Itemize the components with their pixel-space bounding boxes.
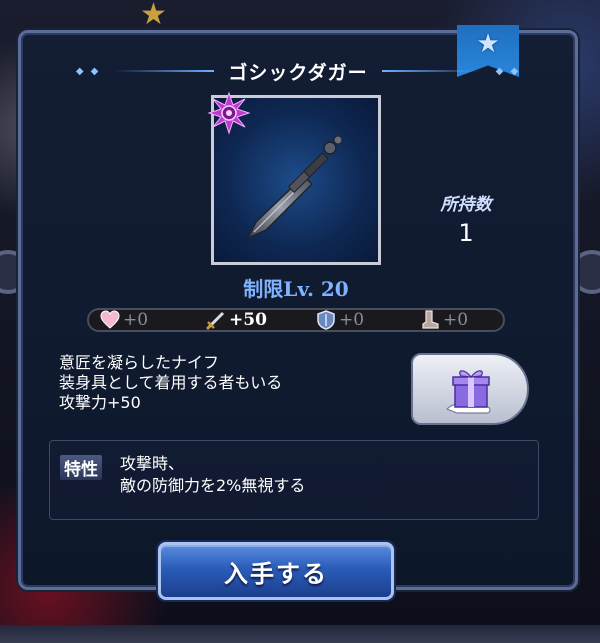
level-limit: 制限Lv. 20 bbox=[243, 277, 349, 301]
item-detail-panel: ★ ◆ ◆ ゴシックダガー ◆ ◆ 所持数 1 制限Lv. 20 +0 +50 … bbox=[18, 25, 578, 590]
dagger-icon bbox=[246, 135, 343, 240]
title-ornament: ◆ ◆ bbox=[75, 65, 101, 77]
description-line: 装身具として着用する者もいる bbox=[59, 373, 283, 392]
trait-line: 敵の防御力を2%無視する bbox=[120, 476, 306, 495]
stat-speed: +0 bbox=[419, 308, 468, 332]
gift-button[interactable] bbox=[411, 353, 529, 425]
bottom-strip bbox=[0, 625, 600, 643]
title-divider bbox=[114, 70, 215, 72]
stat-hp: +0 bbox=[99, 308, 148, 332]
title-bar: ◆ ◆ ゴシックダガー ◆ ◆ bbox=[21, 59, 575, 84]
title-divider bbox=[381, 70, 482, 72]
owned-count-label: 所持数 bbox=[440, 195, 492, 215]
star-icon: ★ bbox=[476, 29, 500, 59]
rarity-badge-icon bbox=[207, 91, 251, 135]
trait-box: 特性 攻撃時、 敵の防御力を2%無視する bbox=[49, 440, 539, 520]
sword-icon bbox=[205, 311, 225, 331]
stat-defense: +0 bbox=[315, 308, 364, 332]
gift-icon bbox=[445, 370, 491, 414]
stat-bar: +0 +50 +0 +0 bbox=[87, 308, 505, 332]
background-star-icon: ★ bbox=[140, 0, 167, 32]
owned-count-value: 1 bbox=[458, 219, 474, 247]
trait-line: 攻撃時、 bbox=[120, 454, 185, 473]
boot-icon bbox=[422, 310, 439, 329]
stat-defense-value: +0 bbox=[339, 310, 365, 330]
stat-hp-value: +0 bbox=[123, 310, 149, 330]
stat-attack: +50 bbox=[205, 308, 267, 332]
trait-tag: 特性 bbox=[60, 455, 102, 480]
title-ornament: ◆ ◆ bbox=[495, 65, 521, 77]
trait-text: 攻撃時、 敵の防御力を2%無視する bbox=[120, 453, 520, 497]
acquire-button[interactable]: 入手する bbox=[158, 542, 394, 600]
item-description: 意匠を凝らしたナイフ 装身具として着用する者もいる 攻撃力+50 bbox=[59, 353, 379, 413]
description-line: 意匠を凝らしたナイフ bbox=[59, 353, 220, 372]
stat-speed-value: +0 bbox=[443, 310, 469, 330]
shield-icon bbox=[317, 310, 335, 330]
stat-attack-value: +50 bbox=[229, 310, 267, 330]
acquire-button-label: 入手する bbox=[224, 559, 328, 588]
description-line: 攻撃力+50 bbox=[59, 393, 141, 412]
heart-icon bbox=[100, 310, 120, 329]
item-title: ゴシックダガー bbox=[228, 61, 368, 84]
